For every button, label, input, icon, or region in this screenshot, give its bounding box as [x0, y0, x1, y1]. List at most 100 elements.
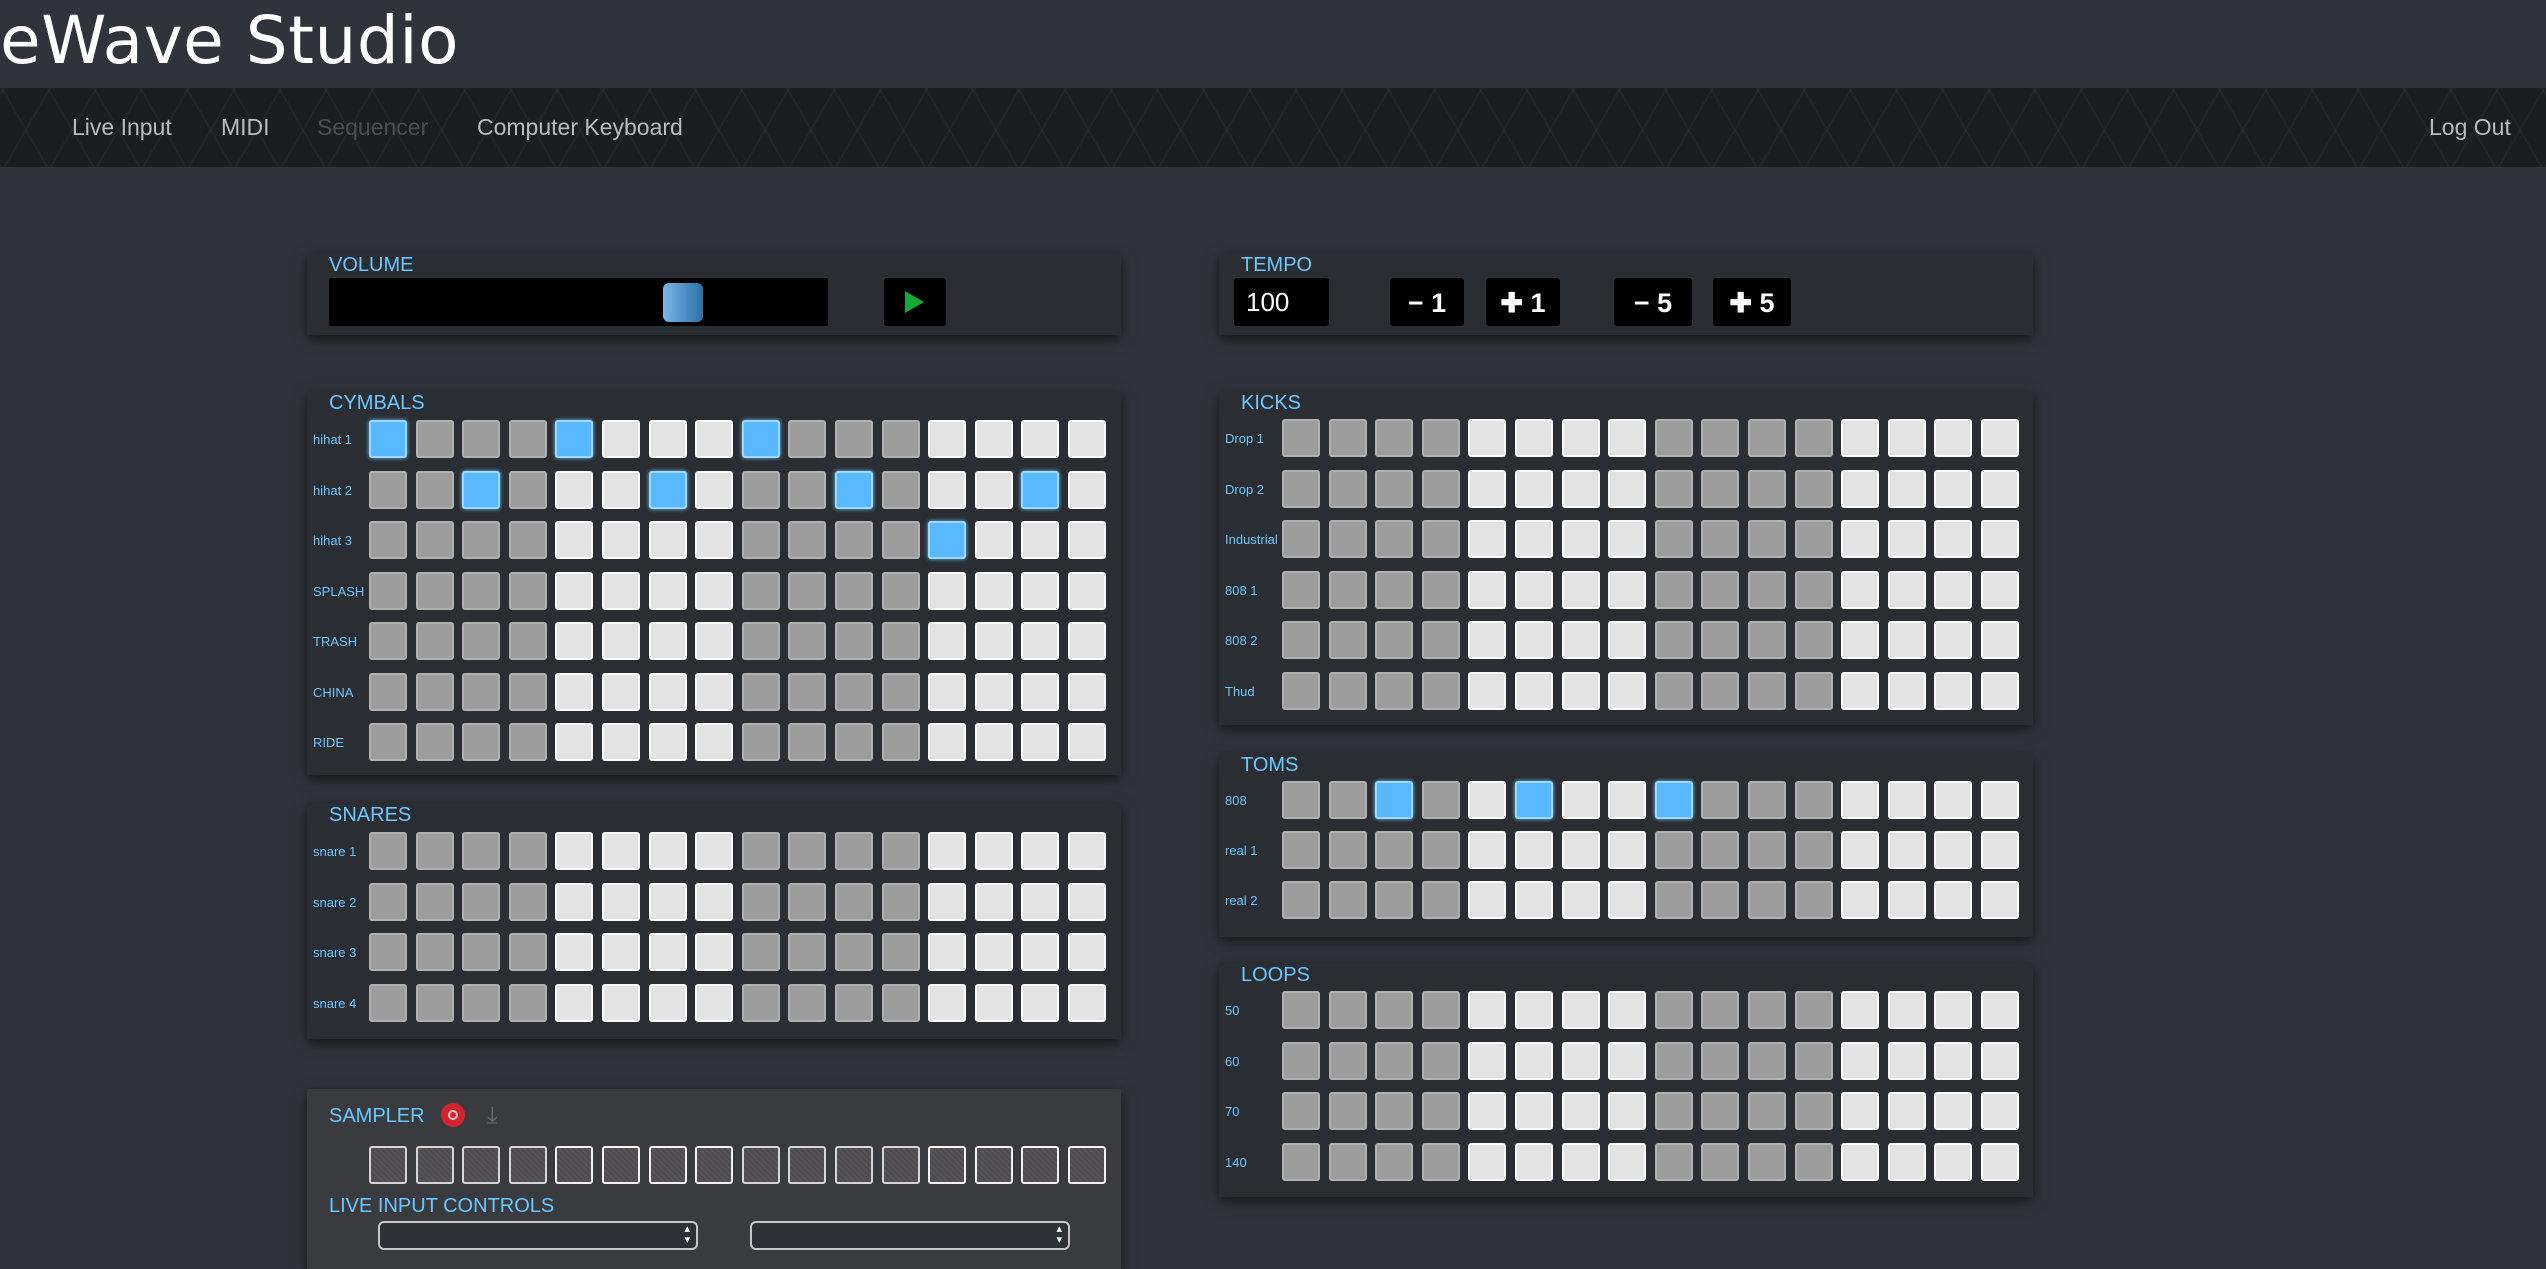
volume-slider-track[interactable] — [329, 278, 828, 326]
step-cell[interactable] — [788, 832, 826, 870]
step-cell[interactable] — [882, 883, 920, 921]
step-cell[interactable] — [1515, 831, 1553, 869]
step-cell[interactable] — [1282, 1092, 1320, 1130]
step-cell[interactable] — [1515, 1143, 1553, 1181]
step-cell[interactable] — [509, 622, 547, 660]
step-cell[interactable] — [1608, 621, 1646, 659]
step-cell[interactable] — [1888, 781, 1926, 819]
step-cell[interactable] — [1888, 621, 1926, 659]
step-cell[interactable] — [649, 471, 687, 509]
step-cell[interactable] — [1468, 520, 1506, 558]
sampler-step-cell[interactable] — [928, 1146, 966, 1184]
step-cell[interactable] — [462, 883, 500, 921]
step-cell[interactable] — [742, 420, 780, 458]
step-cell[interactable] — [742, 723, 780, 761]
step-cell[interactable] — [555, 572, 593, 610]
step-cell[interactable] — [695, 832, 733, 870]
step-cell[interactable] — [1021, 673, 1059, 711]
step-cell[interactable] — [649, 883, 687, 921]
step-cell[interactable] — [1422, 571, 1460, 609]
step-cell[interactable] — [1841, 621, 1879, 659]
step-cell[interactable] — [1655, 1092, 1693, 1130]
step-cell[interactable] — [1795, 470, 1833, 508]
step-cell[interactable] — [835, 420, 873, 458]
step-cell[interactable] — [649, 723, 687, 761]
step-cell[interactable] — [1608, 881, 1646, 919]
step-cell[interactable] — [1329, 419, 1367, 457]
step-cell[interactable] — [882, 622, 920, 660]
step-cell[interactable] — [1608, 1042, 1646, 1080]
tempo-minus-5-button[interactable]: − 5 — [1614, 278, 1692, 326]
step-cell[interactable] — [1748, 419, 1786, 457]
record-icon[interactable] — [441, 1103, 465, 1127]
step-cell[interactable] — [695, 572, 733, 610]
step-cell[interactable] — [1282, 520, 1320, 558]
step-cell[interactable] — [1701, 520, 1739, 558]
step-cell[interactable] — [1934, 470, 1972, 508]
step-cell[interactable] — [1068, 471, 1106, 509]
step-cell[interactable] — [1329, 991, 1367, 1029]
step-cell[interactable] — [1562, 672, 1600, 710]
step-cell[interactable] — [928, 723, 966, 761]
step-cell[interactable] — [928, 521, 966, 559]
step-cell[interactable] — [462, 420, 500, 458]
step-cell[interactable] — [1375, 571, 1413, 609]
step-cell[interactable] — [1468, 1143, 1506, 1181]
step-cell[interactable] — [369, 521, 407, 559]
step-cell[interactable] — [835, 572, 873, 610]
step-cell[interactable] — [928, 572, 966, 610]
step-cell[interactable] — [1981, 621, 2019, 659]
step-cell[interactable] — [835, 673, 873, 711]
step-cell[interactable] — [788, 673, 826, 711]
step-cell[interactable] — [1562, 831, 1600, 869]
step-cell[interactable] — [1795, 991, 1833, 1029]
step-cell[interactable] — [416, 521, 454, 559]
step-cell[interactable] — [1515, 1042, 1553, 1080]
step-cell[interactable] — [1981, 571, 2019, 609]
step-cell[interactable] — [602, 832, 640, 870]
sampler-step-cell[interactable] — [602, 1146, 640, 1184]
step-cell[interactable] — [1981, 781, 2019, 819]
step-cell[interactable] — [1021, 572, 1059, 610]
step-cell[interactable] — [1422, 470, 1460, 508]
step-cell[interactable] — [1934, 621, 1972, 659]
step-cell[interactable] — [835, 883, 873, 921]
sampler-step-cell[interactable] — [416, 1146, 454, 1184]
step-cell[interactable] — [1888, 991, 1926, 1029]
step-cell[interactable] — [1795, 1092, 1833, 1130]
step-cell[interactable] — [695, 622, 733, 660]
step-cell[interactable] — [835, 521, 873, 559]
step-cell[interactable] — [1841, 881, 1879, 919]
step-cell[interactable] — [1375, 419, 1413, 457]
step-cell[interactable] — [1282, 621, 1320, 659]
step-cell[interactable] — [509, 723, 547, 761]
step-cell[interactable] — [555, 933, 593, 971]
step-cell[interactable] — [416, 622, 454, 660]
step-cell[interactable] — [1329, 621, 1367, 659]
tempo-input[interactable] — [1234, 278, 1329, 326]
step-cell[interactable] — [509, 572, 547, 610]
step-cell[interactable] — [1329, 1042, 1367, 1080]
step-cell[interactable] — [369, 622, 407, 660]
step-cell[interactable] — [1282, 470, 1320, 508]
step-cell[interactable] — [1795, 672, 1833, 710]
step-cell[interactable] — [1934, 1092, 1972, 1130]
step-cell[interactable] — [1795, 831, 1833, 869]
step-cell[interactable] — [1701, 881, 1739, 919]
step-cell[interactable] — [1329, 571, 1367, 609]
step-cell[interactable] — [788, 622, 826, 660]
step-cell[interactable] — [1562, 1042, 1600, 1080]
step-cell[interactable] — [1468, 881, 1506, 919]
step-cell[interactable] — [975, 420, 1013, 458]
step-cell[interactable] — [1515, 1092, 1553, 1130]
step-cell[interactable] — [1655, 470, 1693, 508]
step-cell[interactable] — [882, 471, 920, 509]
step-cell[interactable] — [1021, 832, 1059, 870]
step-cell[interactable] — [788, 883, 826, 921]
step-cell[interactable] — [1655, 991, 1693, 1029]
step-cell[interactable] — [416, 673, 454, 711]
step-cell[interactable] — [1701, 672, 1739, 710]
step-cell[interactable] — [788, 420, 826, 458]
step-cell[interactable] — [1841, 571, 1879, 609]
step-cell[interactable] — [1329, 831, 1367, 869]
